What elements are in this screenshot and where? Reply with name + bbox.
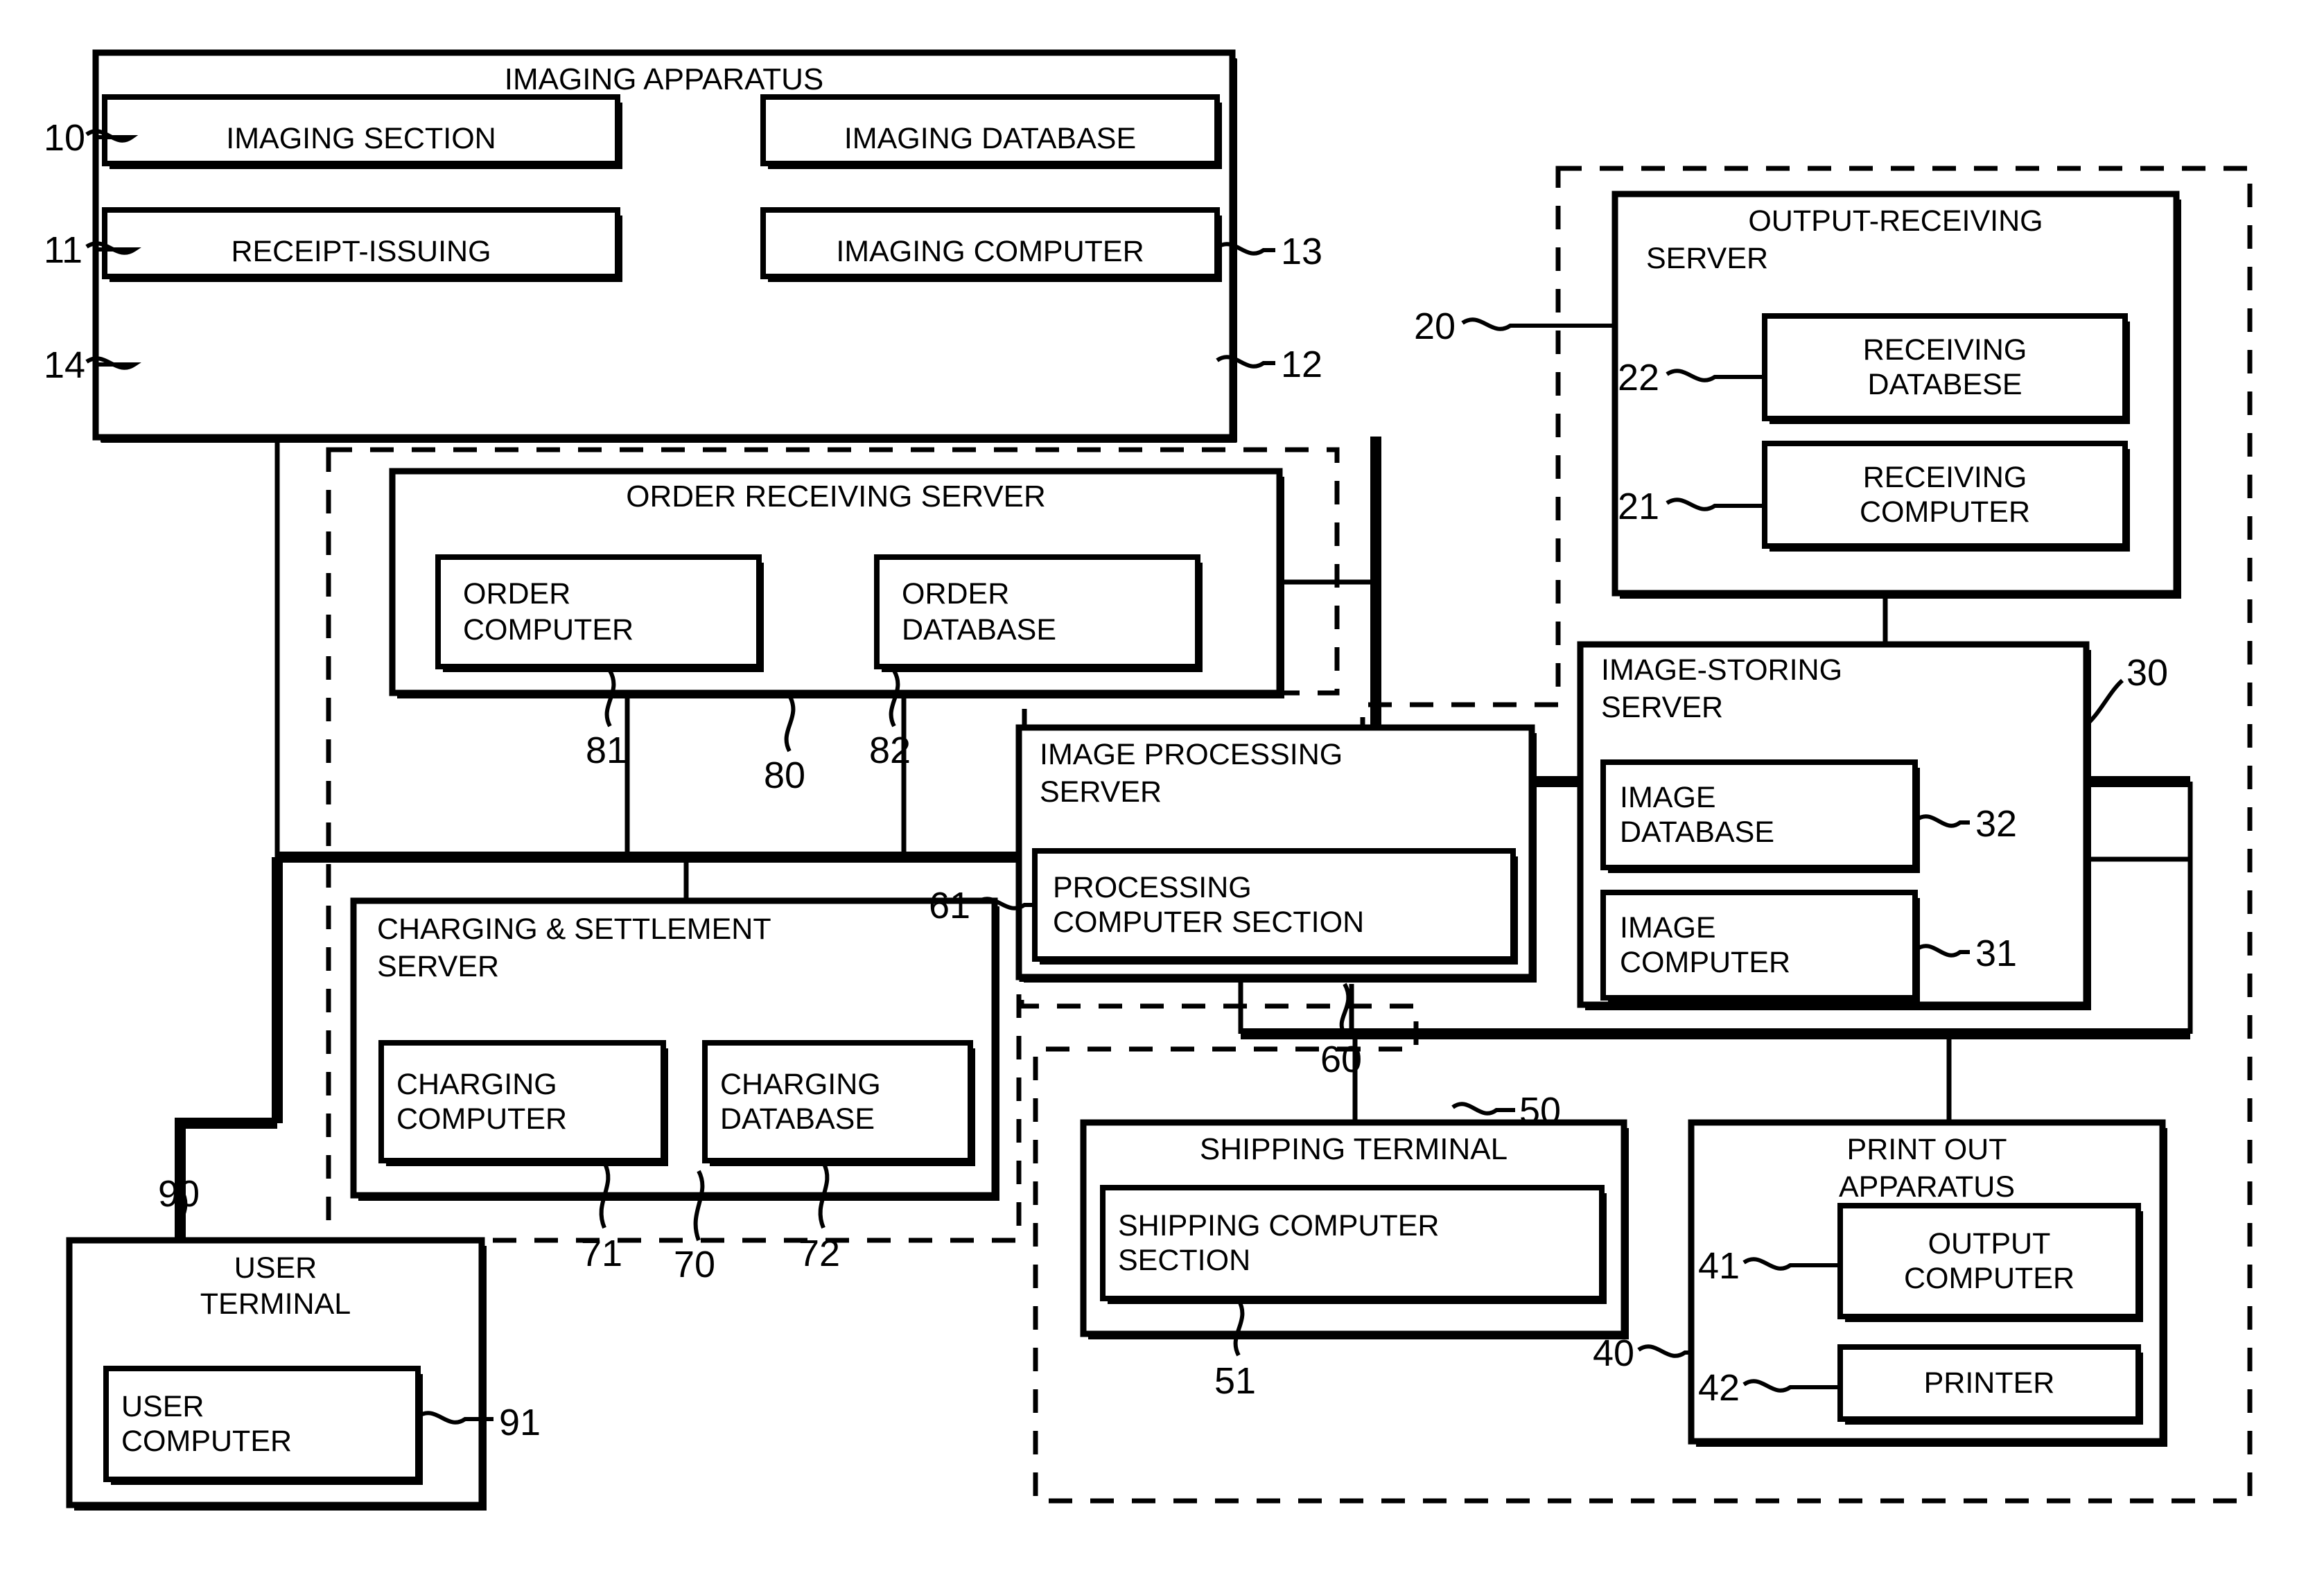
ref-51: 51 bbox=[1214, 1360, 1257, 1402]
ref-30: 30 bbox=[2126, 652, 2169, 694]
leader-60 bbox=[1339, 983, 1351, 1035]
reference-leaders-layer bbox=[85, 129, 2124, 1425]
leader-91 bbox=[417, 1411, 493, 1425]
leader-12 bbox=[1216, 355, 1275, 369]
ref-91: 91 bbox=[499, 1402, 541, 1443]
ref-22: 22 bbox=[1618, 357, 1660, 398]
ref-82: 82 bbox=[869, 730, 911, 771]
ref-71: 71 bbox=[581, 1233, 623, 1274]
ref-11: 11 bbox=[44, 229, 83, 271]
leader-41 bbox=[1742, 1257, 1840, 1271]
leader-50 bbox=[1451, 1102, 1515, 1116]
ref-80: 80 bbox=[764, 755, 806, 796]
ref-40: 40 bbox=[1593, 1332, 1635, 1374]
leader-82 bbox=[889, 669, 900, 728]
leader-20 bbox=[1461, 317, 1615, 331]
figure-canvas: IMAGING APPARATUS IMAGING SECTION IMAGIN… bbox=[0, 0, 2324, 1593]
ref-70: 70 bbox=[674, 1244, 716, 1285]
ref-41: 41 bbox=[1698, 1245, 1740, 1287]
leader-13 bbox=[1216, 242, 1275, 256]
ref-32: 32 bbox=[1975, 803, 2018, 845]
leader-72 bbox=[818, 1161, 830, 1229]
ref-50: 50 bbox=[1519, 1090, 1562, 1132]
leader-11 bbox=[85, 241, 141, 255]
ref-90: 90 bbox=[158, 1173, 200, 1215]
ref-21: 21 bbox=[1618, 486, 1660, 527]
ref-61: 61 bbox=[929, 885, 971, 926]
leader-40 bbox=[1637, 1344, 1691, 1358]
ref-72: 72 bbox=[798, 1233, 841, 1274]
leader-14 bbox=[85, 356, 141, 370]
leader-10 bbox=[85, 129, 139, 143]
ref-14: 14 bbox=[44, 344, 86, 386]
ref-42: 42 bbox=[1698, 1367, 1740, 1409]
ref-12: 12 bbox=[1281, 344, 1323, 385]
leader-22 bbox=[1666, 369, 1765, 382]
leader-81 bbox=[604, 669, 616, 728]
leader-51 bbox=[1233, 1299, 1245, 1357]
leader-61 bbox=[976, 897, 1035, 910]
leader-70 bbox=[693, 1170, 705, 1242]
ref-31: 31 bbox=[1975, 933, 2018, 974]
leader-21 bbox=[1666, 498, 1765, 511]
ref-13: 13 bbox=[1281, 231, 1323, 272]
leader-42 bbox=[1742, 1379, 1840, 1393]
leader-80 bbox=[784, 694, 796, 753]
ref-20: 20 bbox=[1414, 306, 1456, 347]
leader-32 bbox=[1915, 814, 1970, 828]
leader-71 bbox=[599, 1161, 611, 1229]
leader-30 bbox=[2083, 678, 2124, 728]
ref-10: 10 bbox=[44, 117, 86, 159]
leader-31 bbox=[1915, 944, 1970, 958]
ref-81: 81 bbox=[586, 730, 628, 771]
ref-60: 60 bbox=[1320, 1039, 1363, 1080]
